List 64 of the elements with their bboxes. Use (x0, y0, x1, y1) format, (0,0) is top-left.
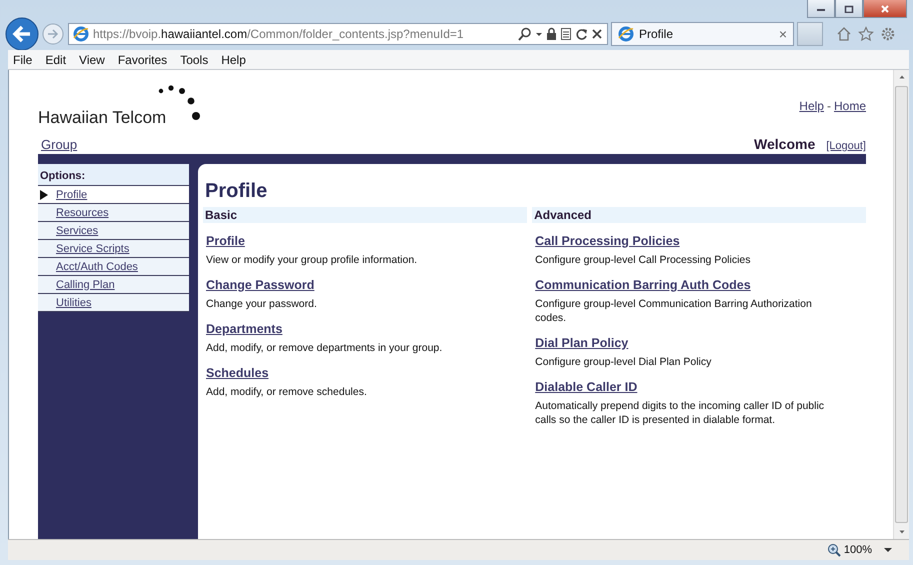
separator-text: - (826, 99, 831, 113)
entry-description: View or modify your group profile information. (206, 253, 418, 267)
entry-description: Add, modify, or remove departments in your group. (206, 341, 444, 355)
entry-description: Configure group-level Dial Plan Policy (535, 355, 712, 369)
document-icon[interactable] (560, 27, 572, 41)
stop-icon[interactable] (591, 27, 603, 41)
options-heading: Options: (38, 164, 189, 186)
zoom-level[interactable]: 100% (844, 544, 872, 556)
section-heading: Advanced (532, 207, 866, 223)
browser-tab[interactable]: Profile × (611, 22, 794, 46)
menu-item[interactable]: Help (221, 52, 246, 66)
maximize-button[interactable] (835, 0, 863, 18)
help-link[interactable]: Help (799, 99, 824, 113)
tab-close-button[interactable]: × (778, 26, 787, 42)
scroll-up-icon[interactable] (898, 75, 904, 79)
zoom-icon[interactable] (826, 543, 841, 557)
menu-item[interactable]: Favorites (118, 52, 168, 66)
sidebar-item[interactable]: Profile (56, 188, 88, 200)
back-button[interactable] (5, 17, 39, 51)
sidebar-item[interactable]: Utilities (56, 296, 92, 308)
home-link[interactable]: Home (834, 99, 866, 113)
entry-link[interactable]: Dialable Caller ID (535, 380, 638, 394)
entry-link[interactable]: Communication Barring Auth Codes (535, 278, 751, 292)
menu-item[interactable]: Edit (45, 52, 66, 66)
entry-link[interactable]: Dial Plan Policy (535, 336, 628, 350)
page-icon (73, 26, 89, 42)
entry-link[interactable]: Departments (206, 322, 282, 336)
logout-link[interactable]: [Logout] (826, 140, 866, 152)
entry-description: Configure group-level Call Processing Policies (535, 253, 752, 267)
page-icon (618, 26, 634, 42)
star-icon[interactable] (858, 26, 874, 42)
search-icon[interactable] (518, 27, 532, 41)
close-icon (880, 4, 890, 12)
maximize-icon (844, 4, 854, 12)
entry-link[interactable]: Change Password (206, 278, 314, 292)
home-icon[interactable] (836, 26, 852, 42)
scroll-down-icon[interactable] (898, 530, 904, 534)
url-text: https://bvoip.hawaiiantel.com/Common/folder_contents.jsp?menuId=1 (93, 27, 465, 41)
scrollbar-thumb[interactable] (895, 86, 908, 523)
refresh-icon[interactable] (575, 27, 588, 41)
entry-description: Add, modify, or remove schedules. (206, 385, 368, 399)
tab-title: Profile (639, 27, 674, 41)
entry-description: Automatically prepend digits to the incoming caller ID of public calls so the caller ID is presented in dialable format. (535, 399, 826, 427)
entry-description: Configure group-level Communication Barring Authorization codes. (535, 297, 813, 325)
caret-icon[interactable] (883, 545, 893, 555)
address-bar[interactable]: https://bvoip.hawaiiantel.com/Common/folder_contents.jsp?menuId=1 (68, 23, 608, 45)
entry-link[interactable]: Schedules (206, 366, 269, 380)
scrollbar[interactable] (893, 70, 909, 539)
entry-link[interactable]: Profile (206, 234, 245, 248)
entry-description: Change your password. (206, 297, 318, 311)
settings-icon[interactable] (880, 26, 896, 42)
welcome-text: Welcome (754, 136, 816, 152)
menu-item[interactable]: View (79, 52, 105, 66)
logo-text: Hawaiian Telcom (38, 108, 166, 128)
page-title: Profile (205, 180, 268, 203)
group-link[interactable]: Group (41, 137, 78, 152)
lock-icon[interactable] (546, 27, 557, 41)
menu-item[interactable]: File (13, 52, 32, 66)
entry-link[interactable]: Call Processing Policies (535, 234, 680, 248)
section-heading: Basic (203, 207, 528, 223)
close-button[interactable] (863, 0, 907, 18)
menu-item[interactable]: Tools (180, 52, 208, 66)
sidebar-item[interactable]: Services (56, 224, 98, 236)
minimize-button[interactable] (807, 0, 835, 18)
